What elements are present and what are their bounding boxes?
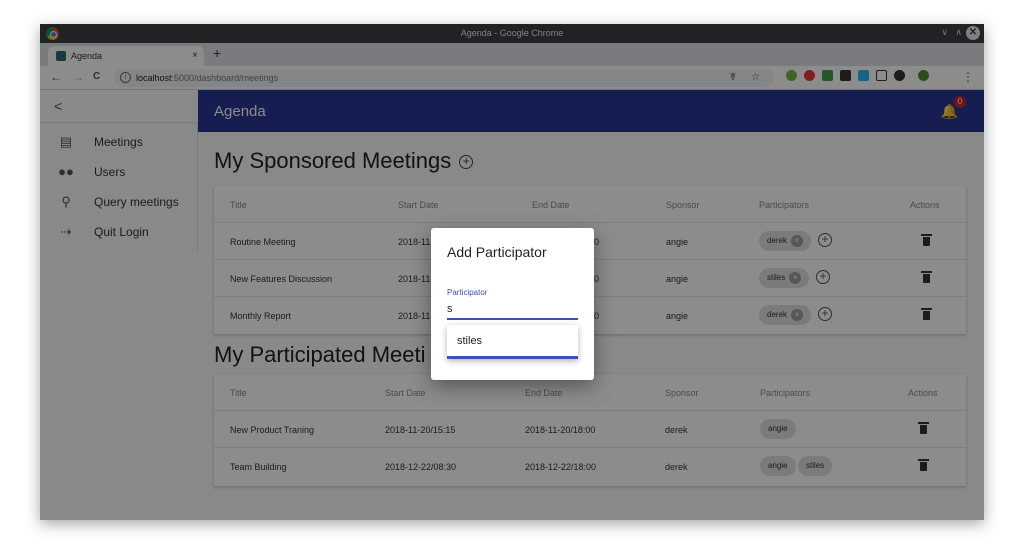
suggestion-item[interactable]: stiles <box>457 335 482 347</box>
add-participator-dialog: Add Participator Participator stiles <box>431 228 594 380</box>
suggestion-list: stiles <box>447 325 578 359</box>
browser-window: Agenda - Google Chrome ∨ ∧ ✕ Agenda × + … <box>40 24 984 520</box>
participator-input[interactable] <box>447 300 578 320</box>
participator-field-label: Participator <box>447 288 488 297</box>
dialog-title: Add Participator <box>447 244 547 260</box>
